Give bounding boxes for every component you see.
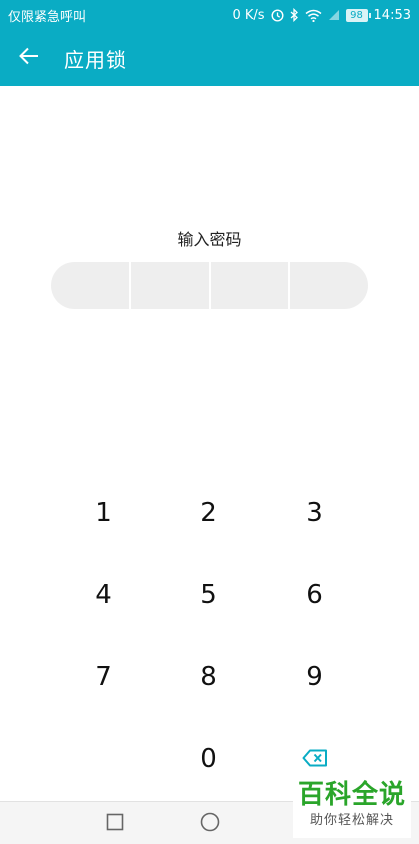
pin-digit-slot bbox=[208, 262, 289, 309]
back-button[interactable] bbox=[0, 30, 58, 86]
clock-time: 14:53 bbox=[373, 7, 411, 23]
watermark-subtitle: 助你轻松解决 bbox=[309, 813, 394, 828]
key-8[interactable]: 8 bbox=[156, 636, 262, 718]
key-4[interactable]: 4 bbox=[52, 554, 156, 636]
signal-icon bbox=[328, 9, 340, 21]
watermark-title: 百科全说 bbox=[297, 780, 406, 810]
bluetooth-icon bbox=[290, 8, 299, 22]
status-bar: 仅限紧急呼叫 0 K/s 98 14:53 bbox=[0, 0, 419, 30]
key-empty bbox=[52, 718, 156, 800]
password-prompt: 输入密码 bbox=[177, 230, 242, 249]
status-indicators: 0 K/s 98 14:53 bbox=[232, 8, 411, 23]
home-button[interactable] bbox=[180, 802, 240, 844]
battery-indicator: 98 bbox=[345, 8, 371, 22]
key-5[interactable]: 5 bbox=[156, 554, 262, 636]
wifi-icon bbox=[305, 9, 322, 22]
page-title: 应用锁 bbox=[64, 47, 127, 72]
clock-sync-icon bbox=[271, 8, 284, 22]
key-9[interactable]: 9 bbox=[262, 636, 368, 718]
arrow-left-icon bbox=[17, 44, 41, 72]
home-circle-icon bbox=[200, 812, 220, 836]
app-bar: 应用锁 bbox=[0, 30, 419, 86]
key-3[interactable]: 3 bbox=[262, 472, 368, 554]
numeric-keypad: 1 2 3 4 5 6 7 8 9 0 bbox=[0, 472, 419, 800]
key-7[interactable]: 7 bbox=[52, 636, 156, 718]
watermark-logo: 百科全说 助你轻松解决 bbox=[293, 778, 411, 838]
emergency-only-text: 仅限紧急呼叫 bbox=[8, 9, 87, 25]
key-2[interactable]: 2 bbox=[156, 472, 262, 554]
pin-digit-slot bbox=[128, 262, 209, 309]
backspace-icon bbox=[302, 744, 328, 774]
recents-button[interactable] bbox=[85, 802, 145, 844]
pin-digit-slot bbox=[51, 262, 129, 309]
recents-square-icon bbox=[106, 813, 124, 835]
key-1[interactable]: 1 bbox=[52, 472, 156, 554]
network-speed: 0 K/s bbox=[232, 7, 265, 23]
key-0[interactable]: 0 bbox=[156, 718, 262, 800]
pin-digit-slot bbox=[288, 262, 368, 309]
key-6[interactable]: 6 bbox=[262, 554, 368, 636]
pin-input[interactable] bbox=[51, 262, 368, 309]
